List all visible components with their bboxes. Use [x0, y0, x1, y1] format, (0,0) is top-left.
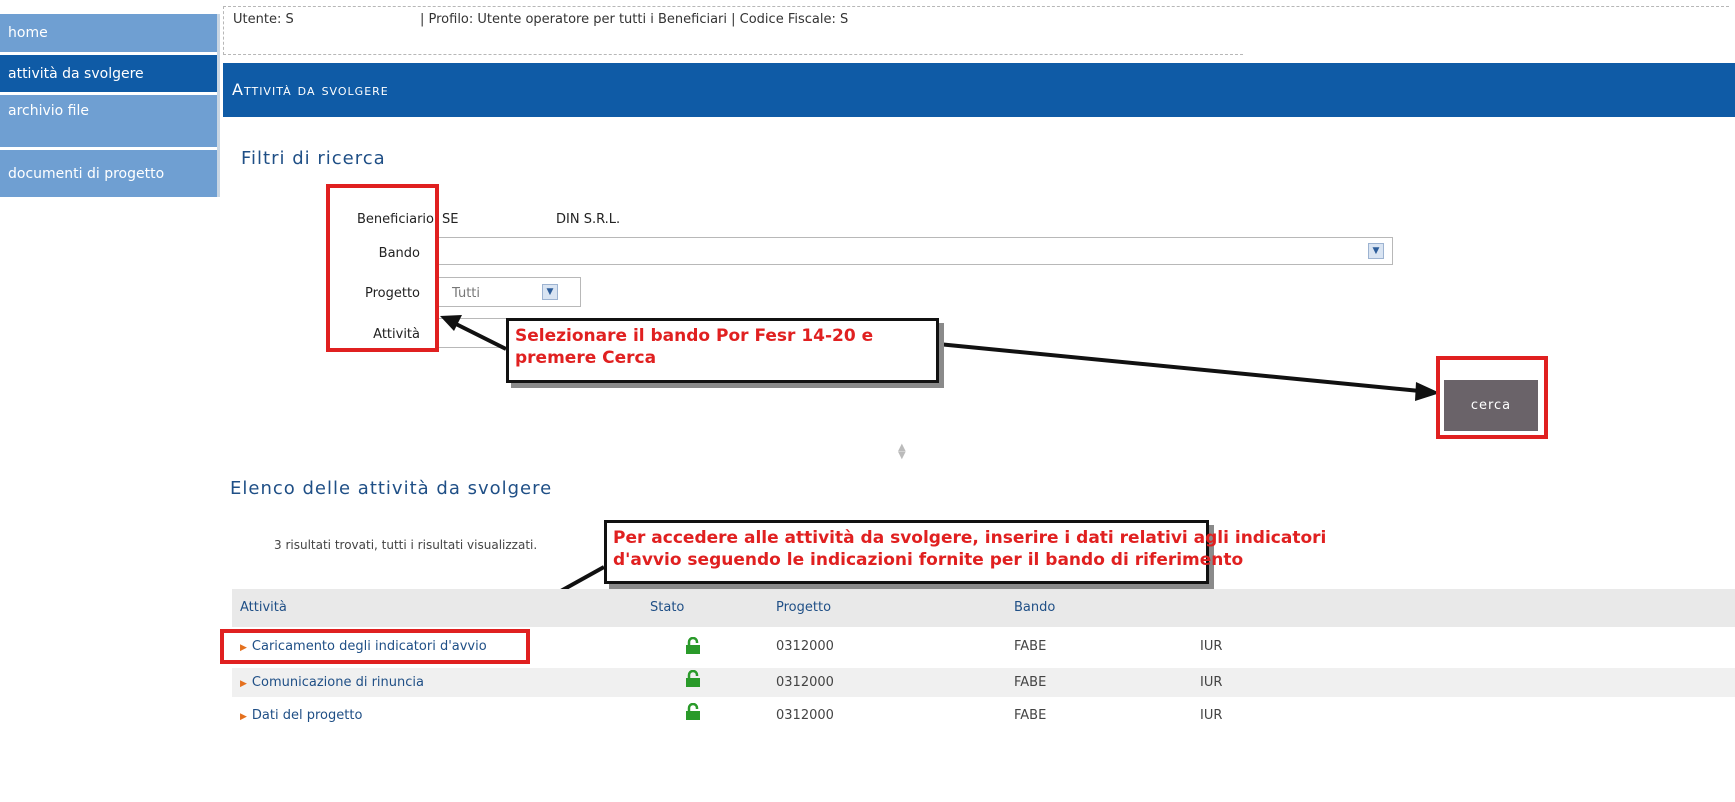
bando-code: FABE: [1014, 639, 1047, 654]
callout-indicators: Per accedere alle attività da svolgere, …: [604, 520, 1327, 584]
project-code: 0312000: [776, 639, 834, 654]
callout-line-1: Selezionare il bando Por Fesr 14-20 e: [515, 326, 874, 346]
unlocked-padlock-icon: [686, 637, 700, 654]
callout-line-1: Per accedere alle attività da svolgere, …: [613, 528, 1327, 548]
arrow-to-labels: [451, 320, 507, 351]
unlocked-padlock-icon: [686, 670, 700, 687]
bando-suffix: IUR: [1200, 639, 1223, 654]
activity-link[interactable]: ▶ Dati del progetto: [240, 708, 362, 723]
table-header: [232, 589, 1735, 627]
project-code: 0312000: [776, 675, 834, 690]
first-row-highlight: [220, 629, 530, 664]
unlocked-padlock-icon: [686, 703, 700, 720]
list-title: Elenco delle attività da svolgere: [230, 478, 553, 499]
activity-link[interactable]: ▶ Comunicazione di rinuncia: [240, 675, 424, 690]
callout-line-2: d'avvio seguendo le indicazioni fornite …: [613, 550, 1244, 570]
callout-select-bando: Selezionare il bando Por Fesr 14-20 e pr…: [506, 318, 939, 383]
triangle-right-icon: ▶: [240, 712, 247, 722]
column-progetto[interactable]: Progetto: [776, 600, 831, 615]
table-row: [232, 701, 1735, 730]
column-bando[interactable]: Bando: [1014, 600, 1055, 615]
bando-code: FABE: [1014, 675, 1047, 690]
arrowhead-labels: [440, 315, 462, 331]
search-highlight: [1436, 356, 1548, 439]
bando-suffix: IUR: [1200, 708, 1223, 723]
triangle-right-icon: ▶: [240, 679, 247, 689]
bando-suffix: IUR: [1200, 675, 1223, 690]
arrow-to-search: [937, 342, 1421, 393]
column-stato[interactable]: Stato: [650, 600, 684, 615]
resize-handle-icon[interactable]: ▲ ▼: [898, 443, 906, 461]
results-count: 3 risultati trovati, tutti i risultati v…: [274, 538, 538, 552]
bando-code: FABE: [1014, 708, 1047, 723]
project-code: 0312000: [776, 708, 834, 723]
activity-label: Dati del progetto: [251, 708, 363, 723]
column-attivita[interactable]: Attività: [240, 600, 287, 615]
table-row: [232, 668, 1735, 697]
callout-line-2: premere Cerca: [515, 348, 657, 368]
activity-label: Comunicazione di rinuncia: [251, 675, 424, 690]
